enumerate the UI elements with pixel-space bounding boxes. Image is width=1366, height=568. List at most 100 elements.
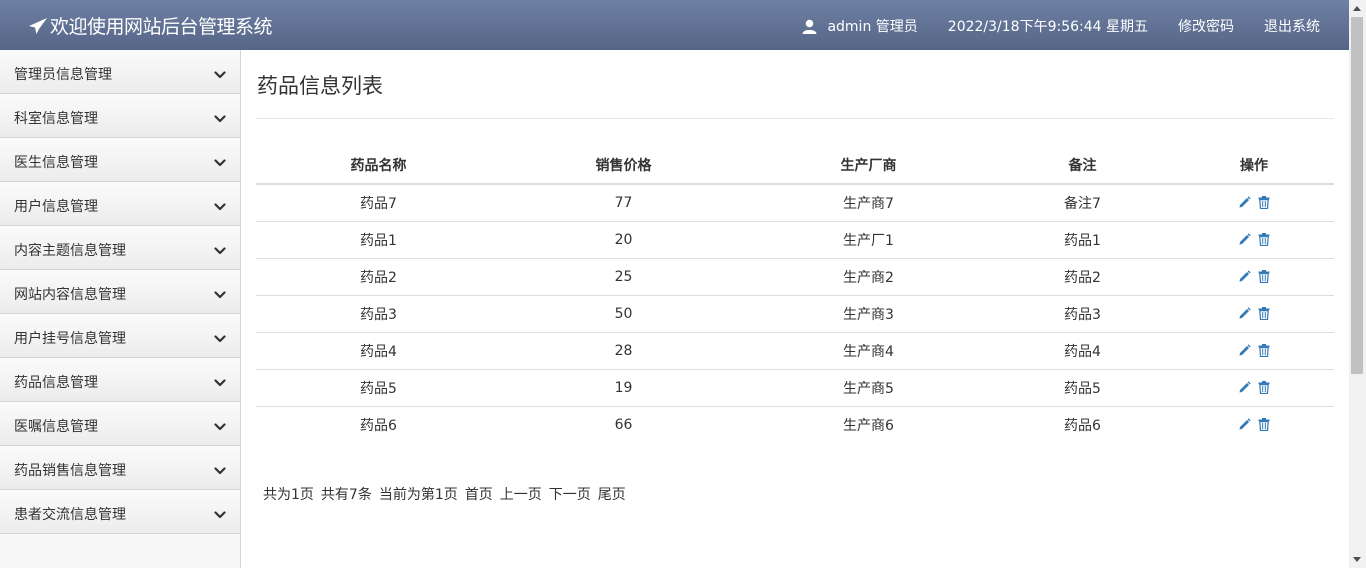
sidebar-item[interactable]: 内容主题信息管理 bbox=[0, 226, 240, 270]
pencil-icon[interactable] bbox=[1238, 344, 1251, 357]
drug-name-cell: 药品2 bbox=[256, 258, 501, 296]
drug-name-cell: 药品3 bbox=[256, 295, 501, 333]
pencil-icon[interactable] bbox=[1238, 270, 1251, 283]
note-cell: 药品2 bbox=[991, 258, 1174, 296]
pencil-icon[interactable] bbox=[1238, 233, 1251, 246]
column-header-note: 备注 bbox=[991, 146, 1174, 185]
pencil-icon[interactable] bbox=[1238, 196, 1251, 209]
note-cell: 药品5 bbox=[991, 369, 1174, 407]
manufacturer-cell: 生产商4 bbox=[746, 332, 991, 370]
drug-name-cell: 药品4 bbox=[256, 332, 501, 370]
drug-name-cell: 药品1 bbox=[256, 221, 501, 259]
trash-icon[interactable] bbox=[1258, 381, 1270, 394]
chevron-down-icon[interactable] bbox=[214, 64, 226, 83]
sidebar-item[interactable]: 药品信息管理 bbox=[0, 358, 240, 402]
app-title: 欢迎使用网站后台管理系统 bbox=[50, 16, 273, 38]
price-cell: 66 bbox=[614, 416, 633, 433]
pager-next-link[interactable]: 下一页 bbox=[549, 484, 591, 504]
change-password-link[interactable]: 修改密码 bbox=[1178, 16, 1234, 36]
sidebar-item[interactable]: 用户信息管理 bbox=[0, 182, 240, 226]
pager-first-link[interactable]: 首页 bbox=[465, 484, 493, 504]
actions-cell bbox=[1174, 221, 1334, 259]
table-row: 药品7 77 生产商7 备注7 bbox=[256, 184, 1334, 222]
paper-plane-icon bbox=[29, 17, 47, 34]
sidebar-item-label: 网站内容信息管理 bbox=[14, 287, 126, 303]
pencil-icon[interactable] bbox=[1238, 381, 1251, 394]
scrollbar-thumb[interactable] bbox=[1351, 17, 1363, 374]
table-row: 药品1 20 生产厂1 药品1 bbox=[256, 221, 1334, 259]
trash-icon[interactable] bbox=[1258, 196, 1270, 210]
sidebar-item-label: 科室信息管理 bbox=[14, 111, 98, 127]
pager-last-link[interactable]: 尾页 bbox=[598, 484, 626, 504]
trash-icon[interactable] bbox=[1258, 233, 1270, 246]
manufacturer-cell: 生产商5 bbox=[746, 369, 991, 407]
note-cell: 药品6 bbox=[1064, 417, 1101, 434]
chevron-down-icon[interactable] bbox=[214, 108, 226, 127]
page-scrollbar[interactable] bbox=[1349, 0, 1366, 568]
table-row: 药品5 19 生产商5 药品5 bbox=[256, 369, 1334, 407]
pager-prev-link[interactable]: 上一页 bbox=[500, 484, 542, 504]
trash-icon[interactable] bbox=[1258, 307, 1270, 320]
sidebar-item[interactable]: 管理员信息管理 bbox=[0, 50, 240, 94]
trash-icon[interactable] bbox=[1258, 344, 1270, 357]
column-header-manufacturer: 生产厂商 bbox=[746, 146, 991, 185]
actions-cell bbox=[1174, 406, 1334, 443]
sidebar-item[interactable]: 用户挂号信息管理 bbox=[0, 314, 240, 358]
chevron-down-icon[interactable] bbox=[214, 152, 226, 171]
chevron-down-icon[interactable] bbox=[214, 240, 226, 259]
chevron-down-icon[interactable] bbox=[214, 460, 226, 479]
pencil-icon[interactable] bbox=[1238, 418, 1251, 431]
chevron-down-icon[interactable] bbox=[214, 416, 226, 435]
table-row: 药品3 50 生产商3 药品3 bbox=[256, 295, 1334, 333]
price-cell: 25 bbox=[501, 258, 746, 296]
chevron-down-icon[interactable] bbox=[214, 328, 226, 347]
sidebar-item-label: 医生信息管理 bbox=[14, 155, 98, 171]
column-header-actions: 操作 bbox=[1174, 146, 1334, 185]
table-row: 药品2 25 生产商2 药品2 bbox=[256, 258, 1334, 296]
scroll-down-arrow-icon[interactable] bbox=[1353, 557, 1361, 562]
trash-icon[interactable] bbox=[1258, 270, 1270, 283]
logout-link[interactable]: 退出系统 bbox=[1264, 16, 1320, 36]
manufacturer-cell: 生产厂1 bbox=[746, 221, 991, 259]
sidebar-item[interactable]: 医嘱信息管理 bbox=[0, 402, 240, 446]
drug-name-cell: 药品5 bbox=[256, 369, 501, 407]
trash-icon[interactable] bbox=[1258, 418, 1270, 432]
actions-cell bbox=[1174, 184, 1334, 222]
scroll-up-arrow-icon[interactable] bbox=[1353, 6, 1361, 11]
top-header: 欢迎使用网站后台管理系统 admin 管理员 2022/3/18下午9:56:4… bbox=[0, 0, 1349, 50]
drug-name-cell: 药品6 bbox=[360, 417, 397, 434]
sidebar-item[interactable]: 患者交流信息管理 bbox=[0, 490, 240, 534]
pager-current-page: 当前为第1页 bbox=[378, 487, 458, 503]
sidebar-item-label: 内容主题信息管理 bbox=[14, 243, 126, 259]
chevron-down-icon[interactable] bbox=[214, 284, 226, 303]
sidebar-item-label: 药品信息管理 bbox=[14, 375, 98, 391]
chevron-down-icon[interactable] bbox=[214, 372, 226, 391]
sidebar-item-label: 用户信息管理 bbox=[14, 199, 98, 215]
price-cell: 28 bbox=[501, 332, 746, 370]
chevron-down-icon[interactable] bbox=[214, 196, 226, 215]
sidebar-item[interactable]: 网站内容信息管理 bbox=[0, 270, 240, 314]
main-content: 药品信息列表 药品名称 销售价格 生产厂商 备注 操作 药品7 77 生产商7 备注7… bbox=[241, 50, 1349, 568]
sidebar-item[interactable]: 药品销售信息管理 bbox=[0, 446, 240, 490]
sidebar-item[interactable]: 医生信息管理 bbox=[0, 138, 240, 182]
price-cell: 77 bbox=[501, 184, 746, 222]
drug-table: 药品名称 销售价格 生产厂商 备注 操作 药品7 77 生产商7 备注7 药品1 20 生产… bbox=[256, 146, 1334, 443]
brand: 欢迎使用网站后台管理系统 bbox=[28, 12, 273, 39]
actions-cell bbox=[1174, 295, 1334, 333]
datetime-display: 2022/3/18下午9:56:44 星期五 bbox=[947, 19, 1148, 35]
sidebar-item[interactable]: 科室信息管理 bbox=[0, 94, 240, 138]
sidebar-item-label: 管理员信息管理 bbox=[14, 67, 112, 83]
current-user: admin 管理员 bbox=[802, 16, 918, 36]
pager-total-records: 共有7条 bbox=[320, 487, 372, 503]
manufacturer-cell: 生产商6 bbox=[843, 417, 894, 434]
sidebar: 管理员信息管理 科室信息管理 医生信息管理 用户信息管理内容主题信息管理 网站内容信息管… bbox=[0, 50, 241, 568]
sidebar-item-label: 药品销售信息管理 bbox=[14, 463, 126, 479]
price-cell: 19 bbox=[501, 369, 746, 407]
pager-total-pages: 共为1页 bbox=[263, 487, 314, 503]
pencil-icon[interactable] bbox=[1238, 307, 1251, 320]
drug-name-cell: 药品7 bbox=[256, 184, 501, 222]
sidebar-item-label: 用户挂号信息管理 bbox=[14, 331, 126, 347]
user-name: admin 管理员 bbox=[827, 19, 918, 35]
chevron-down-icon[interactable] bbox=[214, 504, 226, 523]
table-row: 药品6 66 生产商6 药品6 bbox=[256, 406, 1334, 443]
